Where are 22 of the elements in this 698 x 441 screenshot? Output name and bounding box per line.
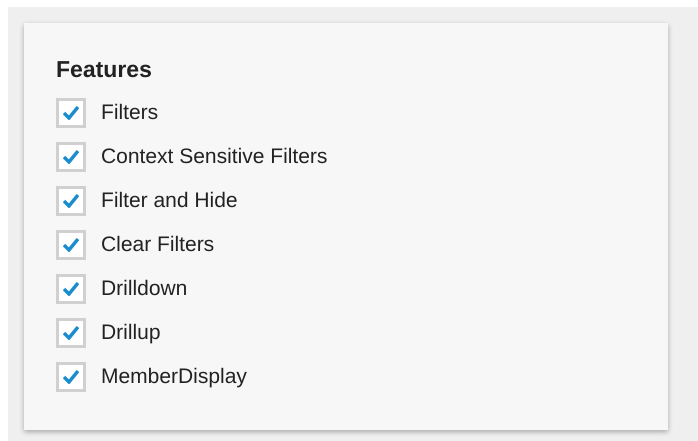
checkbox-label: Context Sensitive Filters (101, 145, 328, 169)
checkmark-icon (63, 150, 79, 164)
checkbox[interactable] (56, 186, 86, 216)
section-title: Features (56, 55, 153, 84)
checkbox-label: Drillup (101, 321, 161, 345)
checkmark-icon (63, 238, 79, 252)
checkbox[interactable] (56, 318, 86, 348)
checkbox-label: Filters (101, 101, 158, 125)
checkbox-label: Drilldown (101, 277, 188, 301)
checkmark-icon (63, 282, 79, 296)
checkbox[interactable] (56, 362, 86, 392)
checkbox[interactable] (56, 98, 86, 128)
checkbox-label: Clear Filters (101, 233, 214, 257)
checkbox[interactable] (56, 274, 86, 304)
checkmark-icon (63, 194, 79, 208)
checkmark-icon (63, 106, 79, 120)
checkbox[interactable] (56, 230, 86, 260)
checkmark-icon (63, 370, 79, 384)
checkbox-label: MemberDisplay (101, 365, 247, 389)
checkbox[interactable] (56, 142, 86, 172)
checkmark-icon (63, 326, 79, 340)
checkbox-label: Filter and Hide (101, 189, 238, 213)
